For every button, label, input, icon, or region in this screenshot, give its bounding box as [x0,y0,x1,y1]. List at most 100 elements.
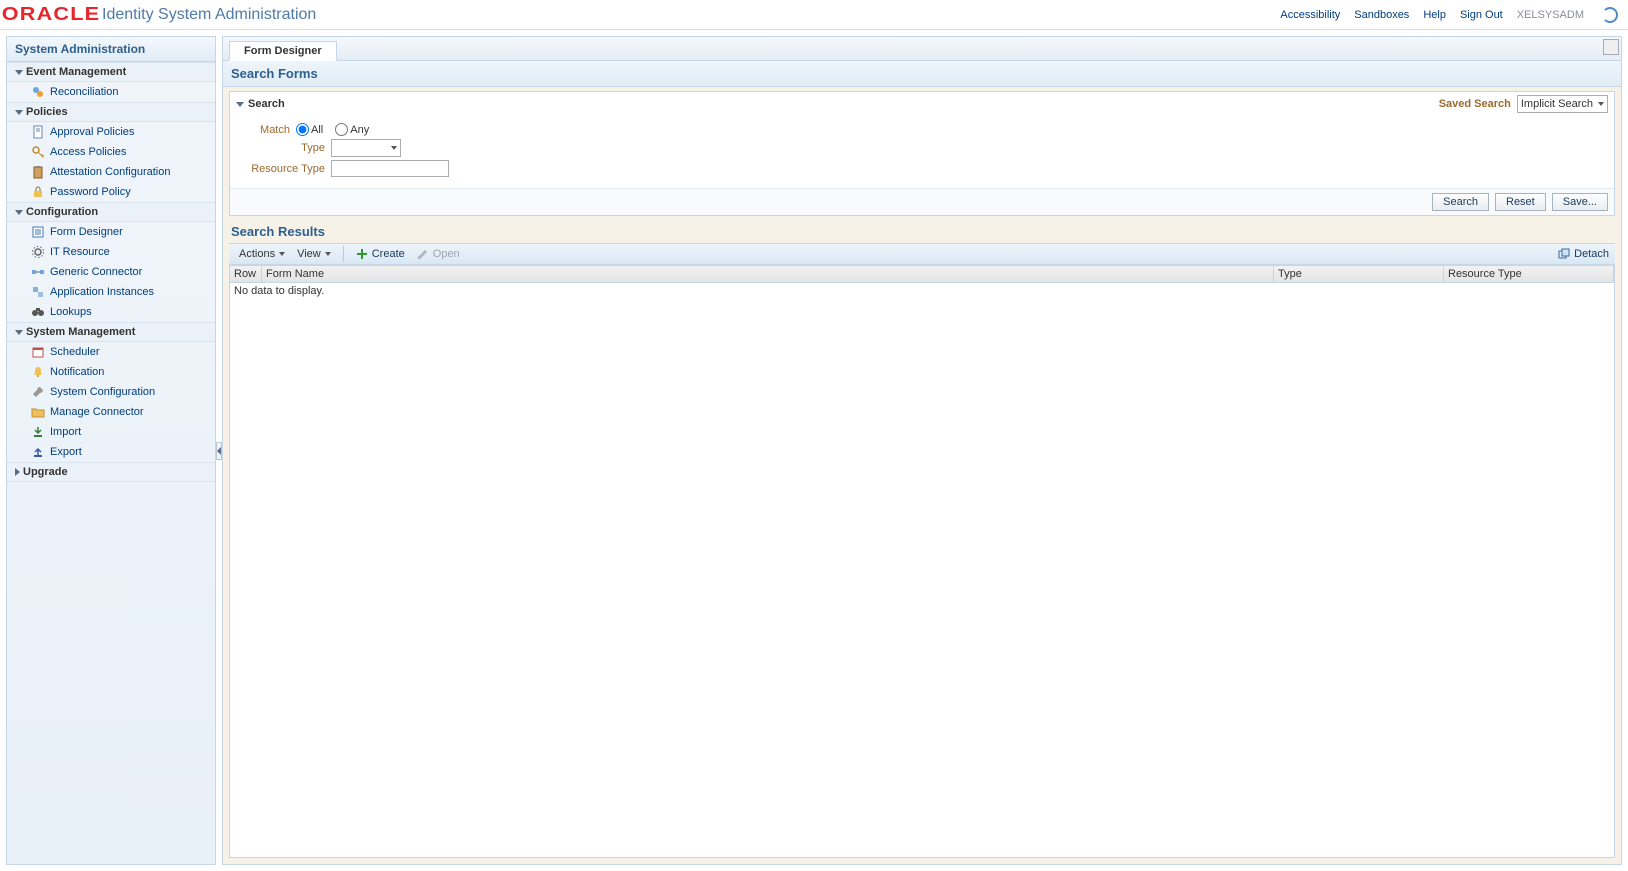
wrench-icon [31,385,45,399]
chevron-right-icon [15,468,20,476]
sidebar-item-it-resource[interactable]: IT Resource [7,242,215,262]
view-menu[interactable]: View [293,246,335,262]
match-label: Match [240,124,290,136]
sidebar-item-label: Export [50,444,82,460]
lock-icon [31,185,45,199]
toolbar-separator [343,246,344,262]
section-upgrade[interactable]: Upgrade [7,462,215,482]
create-label: Create [372,248,405,260]
section-label: Policies [26,106,68,118]
results-table: Row Form Name Type Resource Type No data… [229,265,1615,858]
sidebar-item-attestation-configuration[interactable]: Attestation Configuration [7,162,215,182]
sidebar-item-lookups[interactable]: Lookups [7,302,215,322]
sidebar-item-password-policy[interactable]: Password Policy [7,182,215,202]
collapse-search-icon[interactable] [236,102,244,107]
chevron-down-icon [15,210,23,215]
sidebar-item-manage-connector[interactable]: Manage Connector [7,402,215,422]
section-configuration[interactable]: Configuration [7,202,215,222]
plus-icon [356,248,368,260]
sidebar-item-generic-connector[interactable]: Generic Connector [7,262,215,282]
table-empty: No data to display. [230,283,1614,299]
section-event-management[interactable]: Event Management [7,62,215,82]
doc-icon [31,125,45,139]
create-button[interactable]: Create [352,246,409,262]
gear-icon [31,245,45,259]
col-resource-type[interactable]: Resource Type [1444,266,1614,282]
type-select[interactable] [331,139,401,157]
match-any-input[interactable] [335,123,348,136]
sidebar-item-label: Attestation Configuration [50,164,170,180]
header-left: ORACLE Identity System Administration [6,4,316,25]
sidebar-item-label: Application Instances [50,284,154,300]
chevron-down-icon [15,110,23,115]
sidebar-item-application-instances[interactable]: Application Instances [7,282,215,302]
open-label: Open [433,248,460,260]
link-help[interactable]: Help [1423,9,1446,21]
pencil-icon [417,248,429,260]
save-button[interactable]: Save... [1552,193,1608,211]
connector-icon [31,265,45,279]
restype-label: Resource Type [240,163,325,175]
section-label: Upgrade [23,466,68,478]
header-right: Accessibility Sandboxes Help Sign Out XE… [1280,7,1618,23]
chevron-down-icon [15,70,23,75]
sidebar-item-label: Reconciliation [50,84,118,100]
sidebar-item-label: IT Resource [50,244,110,260]
sidebar-item-label: Generic Connector [50,264,142,280]
sidebar-item-label: Password Policy [50,184,131,200]
current-user: XELSYSADM [1517,9,1584,21]
sidebar-item-reconciliation[interactable]: Reconciliation [7,82,215,102]
sidebar-item-approval-policies[interactable]: Approval Policies [7,122,215,142]
col-row[interactable]: Row [230,266,262,282]
match-all-input[interactable] [296,123,309,136]
col-form-name[interactable]: Form Name [262,266,1274,282]
search-button[interactable]: Search [1432,193,1489,211]
link-sandboxes[interactable]: Sandboxes [1354,9,1409,21]
table-header: Row Form Name Type Resource Type [230,266,1614,283]
sidebar-item-notification[interactable]: Notification [7,362,215,382]
chevron-down-icon [15,330,23,335]
section-policies[interactable]: Policies [7,102,215,122]
restype-input[interactable] [331,160,449,177]
sidebar-item-system-configuration[interactable]: System Configuration [7,382,215,402]
app-icon [31,285,45,299]
tab-bar: Form Designer [223,37,1621,61]
sidebar-item-label: Access Policies [50,144,126,160]
refresh-icon[interactable] [1602,7,1618,23]
tab-form-designer[interactable]: Form Designer [229,41,337,61]
link-accessibility[interactable]: Accessibility [1280,9,1340,21]
sidebar-item-form-designer[interactable]: Form Designer [7,222,215,242]
binoculars-icon [31,305,45,319]
actions-menu[interactable]: Actions [235,246,289,262]
app-title: Identity System Administration [102,6,316,24]
open-button[interactable]: Open [413,246,464,262]
content-area: Form Designer Search Forms Search Saved … [222,36,1622,865]
sidebar-item-label: System Configuration [50,384,155,400]
sidebar-title: System Administration [7,37,215,62]
match-any-text: Any [350,124,369,136]
match-all-radio[interactable]: All [296,123,323,136]
search-panel: Search Saved Search Implicit Search Matc… [229,91,1615,216]
sidebar-item-import[interactable]: Import [7,422,215,442]
page-title: Search Forms [223,61,1621,87]
sidebar-item-label: Scheduler [50,344,100,360]
detach-icon [1558,248,1570,260]
col-type[interactable]: Type [1274,266,1444,282]
section-system-management[interactable]: System Management [7,322,215,342]
results-toolbar: Actions View Create Open Detach [229,243,1615,265]
sidebar-item-label: Lookups [50,304,92,320]
type-label: Type [240,142,325,154]
match-any-radio[interactable]: Any [335,123,369,136]
detach-button[interactable]: Detach [1558,248,1609,260]
folder-icon [31,405,45,419]
saved-search-select[interactable]: Implicit Search [1517,95,1608,113]
reset-button[interactable]: Reset [1495,193,1546,211]
sidebar-item-export[interactable]: Export [7,442,215,462]
import-icon [31,425,45,439]
sidebar-item-label: Import [50,424,81,440]
sidebar-item-scheduler[interactable]: Scheduler [7,342,215,362]
link-signout[interactable]: Sign Out [1460,9,1503,21]
section-label: Event Management [26,66,126,78]
tab-options-icon[interactable] [1603,39,1619,55]
sidebar-item-access-policies[interactable]: Access Policies [7,142,215,162]
